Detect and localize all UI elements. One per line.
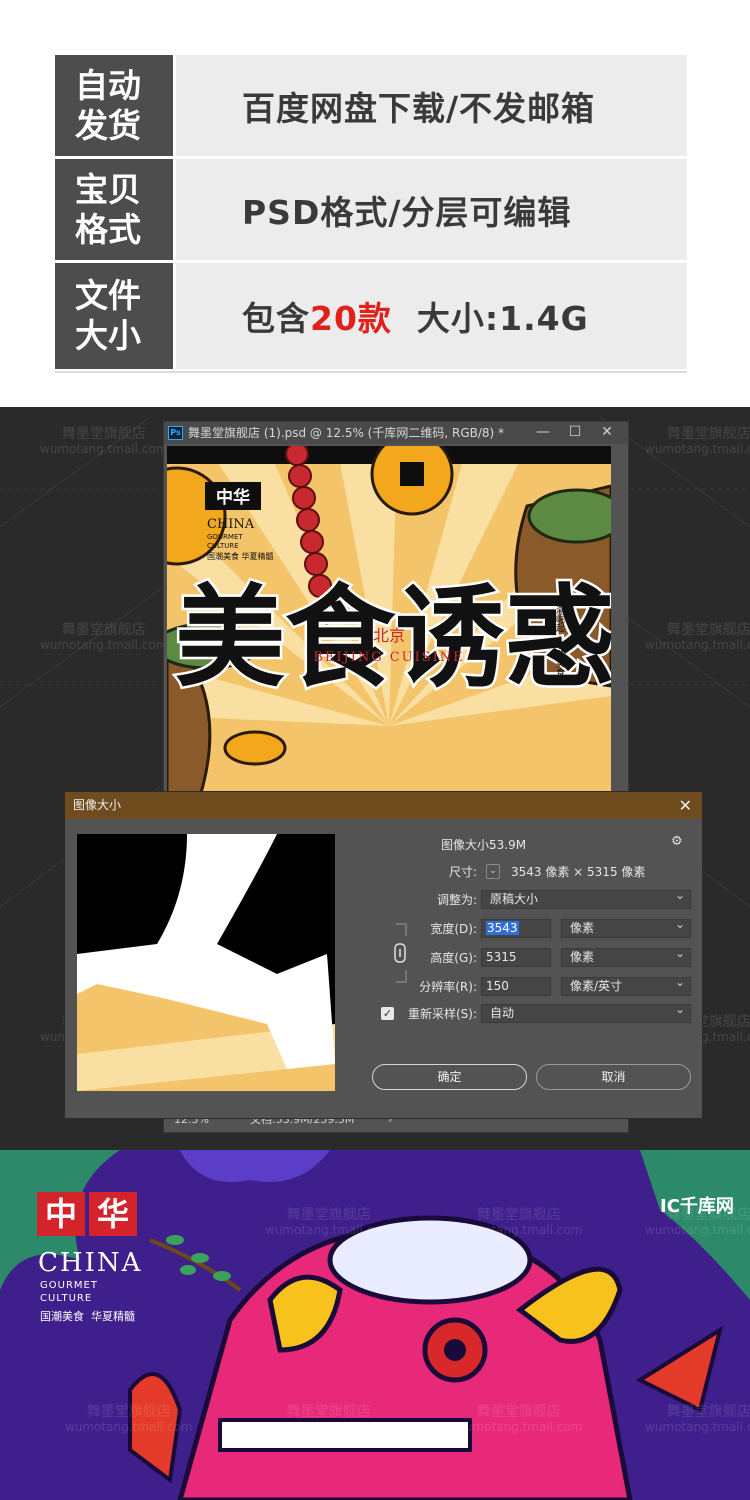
info-value-format: PSD格式/分层可编辑: [176, 159, 687, 260]
info-key-line: 自动: [75, 65, 141, 105]
height-unit-select[interactable]: 像素: [561, 945, 691, 967]
info-key-line: 宝贝: [75, 169, 141, 209]
dimensions-unit-dropdown[interactable]: ⌄: [486, 864, 500, 879]
watermark: 舞墨堂旗舰店wumotang.tmall.com: [265, 1404, 393, 1435]
info-key-line: 大小: [75, 316, 141, 355]
width-label: 宽度(D):: [430, 922, 477, 936]
dialog-title-bar[interactable]: 图像大小 ✕: [65, 792, 702, 819]
document-title: 舞墨堂旗舰店 (1).psd @ 12.5% (千库网二维码, RGB/8) *: [188, 426, 505, 440]
photoshop-app-icon: Ps: [168, 426, 183, 440]
resample-checkbox[interactable]: ✓: [381, 1007, 394, 1020]
image-size-label: 图像大小:: [440, 838, 493, 852]
watermark: 舞墨堂旗舰店wumotang.tmall.com: [455, 1404, 583, 1435]
image-size-value: 53.9M: [489, 838, 527, 852]
poster-badge-left: 中: [37, 1192, 85, 1236]
info-row-format: 宝贝 格式 PSD格式/分层可编辑: [55, 159, 687, 263]
watermark: 舞墨堂旗舰店wumotang.tmall.com: [645, 1404, 750, 1435]
dimensions-value: 3543 像素 × 5315 像素: [511, 865, 646, 879]
resolution-input[interactable]: 150: [481, 977, 551, 996]
dimensions-label: 尺寸:: [448, 865, 477, 879]
photoshop-screenshot: 舞墨堂旗舰店 wumotang.tmall.com 舞墨堂旗舰店 wumotang.…: [0, 407, 750, 1150]
poster-subtitle-text: BEIJING CUISINE: [313, 650, 464, 665]
info-row-size: 文件 大小 包含 20款 大小:1.4G: [55, 263, 687, 369]
poster-badge-text: 中华: [216, 487, 250, 508]
gear-icon[interactable]: ⚙: [671, 834, 683, 849]
poster-tagline-text: 国潮美食 华夏精髓: [207, 551, 274, 561]
image-size-dialog: 图像大小 ✕ 图像大小: 53.9M ⚙ 尺寸: ⌄ 3543 像素 × 531…: [64, 791, 703, 1119]
dialog-title: 图像大小: [73, 798, 122, 812]
document-canvas[interactable]: 美食诱惑 北京 BEIJING CUISINE 中华 CHINA GOURMET…: [167, 446, 611, 806]
poster-tagline-text: 国潮美食 华夏精髓: [40, 1310, 135, 1323]
watermark: 舞墨堂旗舰店wumotang.tmall.com: [40, 426, 168, 457]
poster-preview: 中 华 CHINA GOURMET CULTURE 国潮美食 华夏精髓 IC千库…: [0, 1150, 750, 1500]
cancel-button[interactable]: 取消: [536, 1064, 691, 1090]
height-input[interactable]: 5315: [481, 948, 551, 967]
size-text-suffix: 大小:1.4G: [391, 299, 589, 338]
height-label: 高度(G):: [430, 951, 477, 965]
preview-crop: [77, 834, 335, 1091]
fit-to-label: 调整为:: [436, 893, 477, 907]
minimize-button[interactable]: —: [528, 422, 558, 444]
poster-badge: 中 华: [37, 1192, 137, 1236]
watermark: 舞墨堂旗舰店wumotang.tmall.com: [40, 622, 168, 653]
resample-label: 重新采样(S):: [407, 1007, 477, 1021]
document-title-bar[interactable]: Ps 舞墨堂旗舰店 (1).psd @ 12.5% (千库网二维码, RGB/8…: [164, 422, 628, 444]
size-text-prefix: 包含: [242, 299, 310, 338]
poster-side-text: 国潮崛起 · 玩酷美食: [554, 596, 565, 678]
watermark: 舞墨堂旗舰店wumotang.tmall.com: [645, 426, 750, 457]
poster-china-text: CHINA: [38, 1248, 143, 1278]
maximize-button[interactable]: ☐: [560, 422, 590, 444]
info-key-line: 文件: [75, 276, 141, 315]
info-key-format: 宝贝 格式: [55, 159, 173, 260]
watermark: 舞墨堂旗舰店wumotang.tmall.com: [645, 622, 750, 653]
poster-china-text: CHINA: [207, 517, 255, 532]
fit-to-select[interactable]: 原稿大小: [481, 887, 691, 909]
info-value-size: 包含 20款 大小:1.4G: [176, 263, 687, 369]
poster-culture-text: CULTURE: [40, 1293, 93, 1304]
resolution-unit-select[interactable]: 像素/英寸: [561, 974, 691, 996]
poster-city-text: 北京: [373, 626, 405, 645]
info-key-delivery: 自动 发货: [55, 55, 173, 156]
close-button[interactable]: ✕: [592, 422, 622, 444]
info-key-line: 格式: [75, 209, 141, 249]
info-key-size: 文件 大小: [55, 263, 173, 369]
width-input[interactable]: 3543: [481, 919, 551, 938]
poster-gourmet-text: GOURMET: [207, 533, 243, 541]
size-count-highlight: 20款: [310, 299, 392, 338]
poster-badge-right: 华: [89, 1192, 137, 1236]
poster-artwork: 美食诱惑 北京 BEIJING CUISINE 中华 CHINA GOURMET…: [167, 446, 611, 806]
image-preview[interactable]: [77, 834, 335, 1091]
info-value-delivery: 百度网盘下载/不发邮箱: [176, 55, 687, 156]
poster-gourmet-text: GOURMET: [40, 1280, 98, 1291]
info-row-delivery: 自动 发货 百度网盘下载/不发邮箱: [55, 55, 687, 159]
width-input-value: 3543: [486, 921, 519, 935]
watermark: 舞墨堂旗舰店wumotang.tmall.com: [65, 1404, 193, 1435]
dialog-close-button[interactable]: ✕: [679, 792, 692, 819]
info-key-line: 发货: [75, 105, 141, 145]
width-unit-select[interactable]: 像素: [561, 916, 691, 938]
watermark: 舞墨堂旗舰店wumotang.tmall.com: [265, 1207, 393, 1238]
watermark: 舞墨堂旗舰店wumotang.tmall.com: [455, 1207, 583, 1238]
watermark: 舞墨堂旗舰店wumotang.tmall.com: [645, 1207, 750, 1238]
divider: [55, 371, 687, 373]
resolution-label: 分辨率(R):: [419, 980, 477, 994]
poster-culture-text: CULTURE: [207, 542, 239, 550]
product-info-table: 自动 发货 百度网盘下载/不发邮箱 宝贝 格式 PSD格式/分层可编辑 文件 大…: [55, 55, 687, 369]
resample-select[interactable]: 自动: [481, 1001, 691, 1023]
ok-button[interactable]: 确定: [372, 1064, 527, 1090]
